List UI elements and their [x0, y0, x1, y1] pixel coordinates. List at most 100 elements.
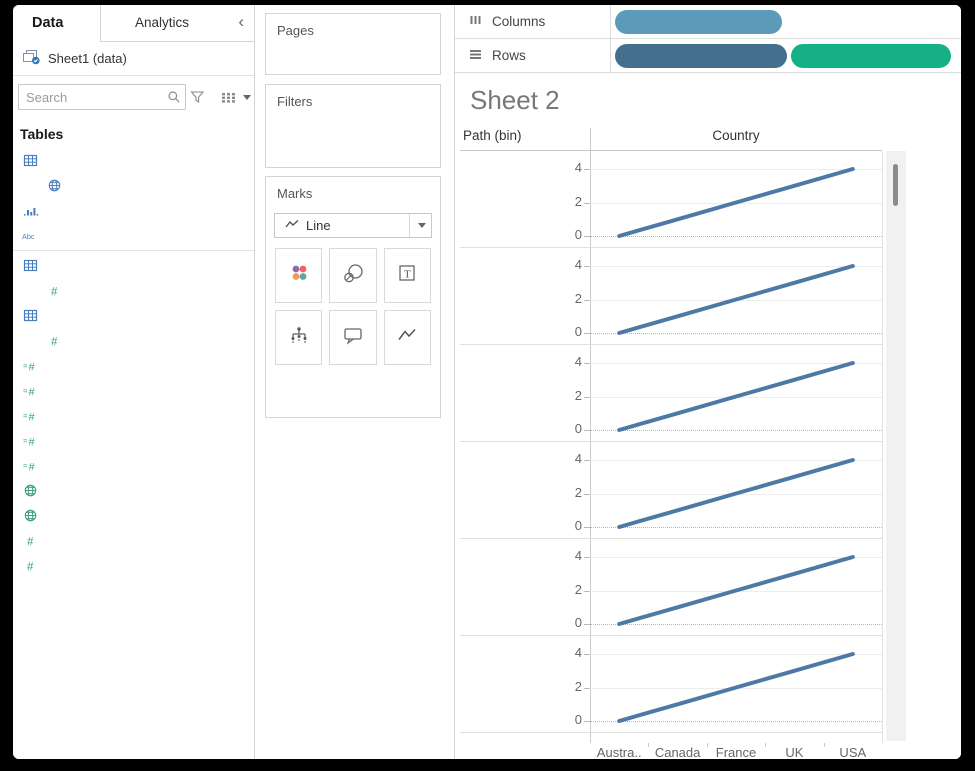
color-button[interactable]: [275, 248, 323, 303]
field-longitude-generated-[interactable]: [13, 503, 254, 528]
line-mark[interactable]: [590, 151, 882, 248]
sidebar-tabs: Data Analytics ‹: [13, 5, 254, 42]
field-path[interactable]: #: [13, 328, 254, 353]
y-tick-label: 2: [574, 485, 582, 500]
pill-path-bin-[interactable]: [615, 44, 787, 68]
line-mark[interactable]: [590, 539, 882, 636]
y-tick-label: 4: [574, 645, 582, 660]
field-list: Abc # # = # = # = # = # = # # #: [13, 148, 254, 578]
label-button[interactable]: T: [383, 248, 431, 303]
field-tc-value[interactable]: = #: [13, 453, 254, 478]
y-tick-label: 4: [574, 354, 582, 369]
plot-area: [590, 345, 882, 442]
svg-text:=: =: [23, 386, 28, 395]
y-tick-label: 0: [574, 518, 582, 533]
field-sheet1-count-[interactable]: #: [13, 528, 254, 553]
line-mark[interactable]: [590, 345, 882, 442]
field-index[interactable]: = #: [13, 353, 254, 378]
hash-icon: #: [46, 284, 63, 298]
x-category-label[interactable]: USA: [839, 745, 866, 759]
hash-icon: #: [46, 334, 63, 348]
svg-text:#: #: [28, 411, 35, 423]
field-value[interactable]: #: [13, 278, 254, 303]
marks-card: Marks Line T: [265, 176, 441, 418]
y-tick-label: 4: [574, 160, 582, 175]
field-measure-names[interactable]: Abc: [13, 223, 254, 248]
pane-row-2: 4 2 0: [460, 248, 882, 345]
x-category-label[interactable]: UK: [785, 745, 803, 759]
field-sheet1[interactable]: [13, 148, 254, 173]
pages-title: Pages: [277, 23, 314, 38]
hash-icon: #: [22, 534, 39, 548]
field-latitude-generated-[interactable]: [13, 478, 254, 503]
x-category-label[interactable]: France: [716, 745, 756, 759]
shelf-column: Pages Filters Marks Line T: [255, 5, 455, 759]
x-tick-mark: [824, 743, 825, 747]
histogram-icon: [22, 203, 39, 218]
datasource-row[interactable]: Sheet1 (data): [13, 42, 254, 76]
rows-icon: [468, 47, 483, 64]
columns-shelf[interactable]: Columns: [455, 5, 961, 39]
field-country[interactable]: [13, 173, 254, 198]
y-tick-label: 4: [574, 548, 582, 563]
detail-icon: [287, 323, 311, 350]
pages-shelf[interactable]: Pages: [265, 13, 441, 75]
row-field-header[interactable]: Path (bin): [463, 128, 522, 143]
field-sheet1[interactable]: [13, 253, 254, 278]
y-tick-label: 2: [574, 291, 582, 306]
table-icon: [22, 258, 39, 273]
y-tick-label: 0: [574, 227, 582, 242]
line-mark-icon: [284, 218, 300, 233]
line-mark[interactable]: [590, 248, 882, 345]
y-tick-label: 2: [574, 194, 582, 209]
line-mark[interactable]: [590, 733, 882, 743]
table-icon: [22, 153, 39, 168]
tooltip-button[interactable]: [329, 310, 377, 365]
pane-row-4: 4 2 0: [460, 442, 882, 539]
line-mark[interactable]: [590, 636, 882, 733]
pane-row-1: 4 2 0: [460, 151, 882, 248]
field-path-bin-[interactable]: [13, 198, 254, 223]
eq-hash-icon: = #: [22, 359, 39, 373]
x-category-label[interactable]: Austra..: [597, 745, 642, 759]
marks-title: Marks: [277, 186, 313, 201]
search-input[interactable]: [18, 84, 186, 110]
vertical-scrollbar[interactable]: [886, 151, 906, 741]
pill-country[interactable]: [615, 10, 782, 34]
rows-shelf[interactable]: Rows: [455, 39, 961, 73]
x-tick-mark: [765, 743, 766, 747]
chevron-down-icon[interactable]: [243, 94, 251, 100]
field-sheet11[interactable]: [13, 303, 254, 328]
rows-label: Rows: [492, 48, 526, 63]
field-tc-thermometer-value[interactable]: = #: [13, 428, 254, 453]
line-mark[interactable]: [590, 442, 882, 539]
y-tick-label: 2: [574, 388, 582, 403]
search-icon: [167, 90, 181, 109]
size-button[interactable]: [329, 248, 377, 303]
field-tc-size-container-[interactable]: = #: [13, 378, 254, 403]
col-field-header[interactable]: Country: [590, 128, 882, 143]
tab-analytics[interactable]: Analytics: [101, 5, 223, 41]
path-button[interactable]: [383, 310, 431, 365]
field-tc-size-thermometer-[interactable]: = #: [13, 403, 254, 428]
detail-button[interactable]: [275, 310, 323, 365]
pane-row-7: 4 2 0: [460, 733, 882, 743]
plot-area: [590, 248, 882, 345]
collapse-pane-icon[interactable]: ‹: [238, 5, 244, 41]
datasource-icon: [22, 49, 41, 68]
view-options-icon[interactable]: [217, 91, 240, 104]
tab-data[interactable]: Data: [13, 5, 101, 42]
plot-area: [590, 636, 882, 733]
vertical-scrollbar-thumb[interactable]: [893, 164, 898, 206]
columns-icon: [468, 13, 483, 30]
field-measure-values[interactable]: #: [13, 553, 254, 578]
plot-area: [590, 539, 882, 636]
filter-fields-icon[interactable]: [186, 90, 209, 104]
color-icon: [287, 261, 311, 288]
mark-type-dropdown[interactable]: Line: [274, 213, 432, 238]
y-tick-label: 4: [560, 742, 582, 743]
x-category-label[interactable]: Canada: [655, 745, 701, 759]
pill-index[interactable]: [791, 44, 951, 68]
filters-shelf[interactable]: Filters: [265, 84, 441, 168]
pane-row-5: 4 2 0: [460, 539, 882, 636]
